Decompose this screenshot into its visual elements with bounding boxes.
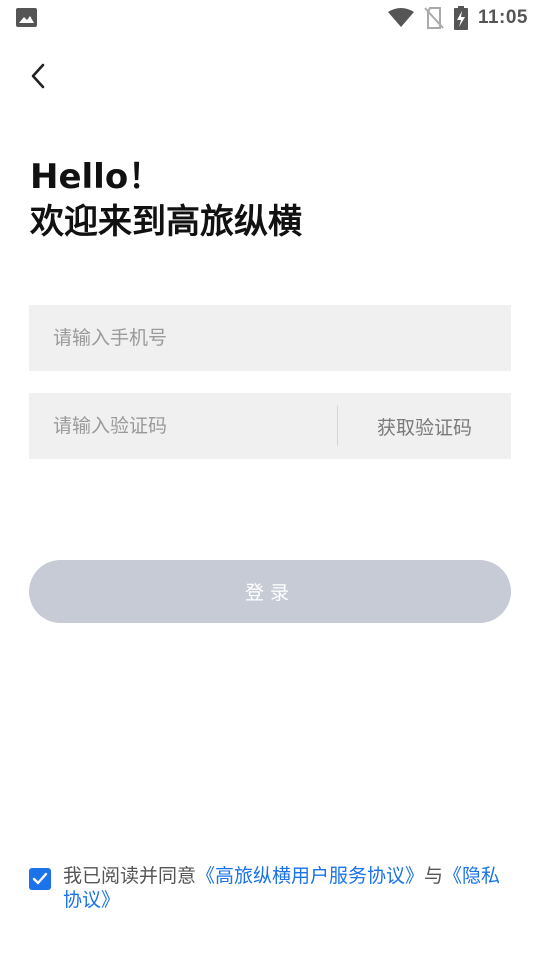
image-notification-icon	[16, 8, 37, 27]
wifi-icon	[387, 8, 414, 27]
agreement-prefix: 我已阅读并同意	[63, 865, 197, 887]
welcome-title: 欢迎来到高旅纵横	[30, 202, 302, 242]
battery-charging-icon	[453, 6, 468, 30]
code-input[interactable]	[29, 393, 337, 459]
login-button[interactable]: 登录	[29, 560, 511, 623]
service-agreement-link[interactable]: 《高旅纵横用户服务协议》	[196, 865, 424, 887]
greeting-title: Hello！	[30, 157, 163, 197]
get-code-button[interactable]: 获取验证码	[338, 393, 511, 459]
agreement-checkbox[interactable]	[29, 868, 51, 890]
agreement-text: 我已阅读并同意《高旅纵横用户服务协议》与《隐私协议》	[63, 864, 511, 912]
status-icons: 11:05	[387, 0, 528, 36]
status-bar: 11:05	[0, 0, 540, 36]
phone-input[interactable]	[29, 305, 511, 371]
status-time: 11:05	[477, 7, 528, 28]
phone-field	[29, 305, 511, 371]
back-button[interactable]	[20, 58, 56, 94]
chevron-left-icon	[31, 63, 45, 89]
no-sim-icon	[424, 7, 444, 29]
code-field: 获取验证码	[29, 393, 511, 459]
check-icon	[32, 872, 48, 885]
agreement-conjunction: 与	[424, 865, 444, 887]
